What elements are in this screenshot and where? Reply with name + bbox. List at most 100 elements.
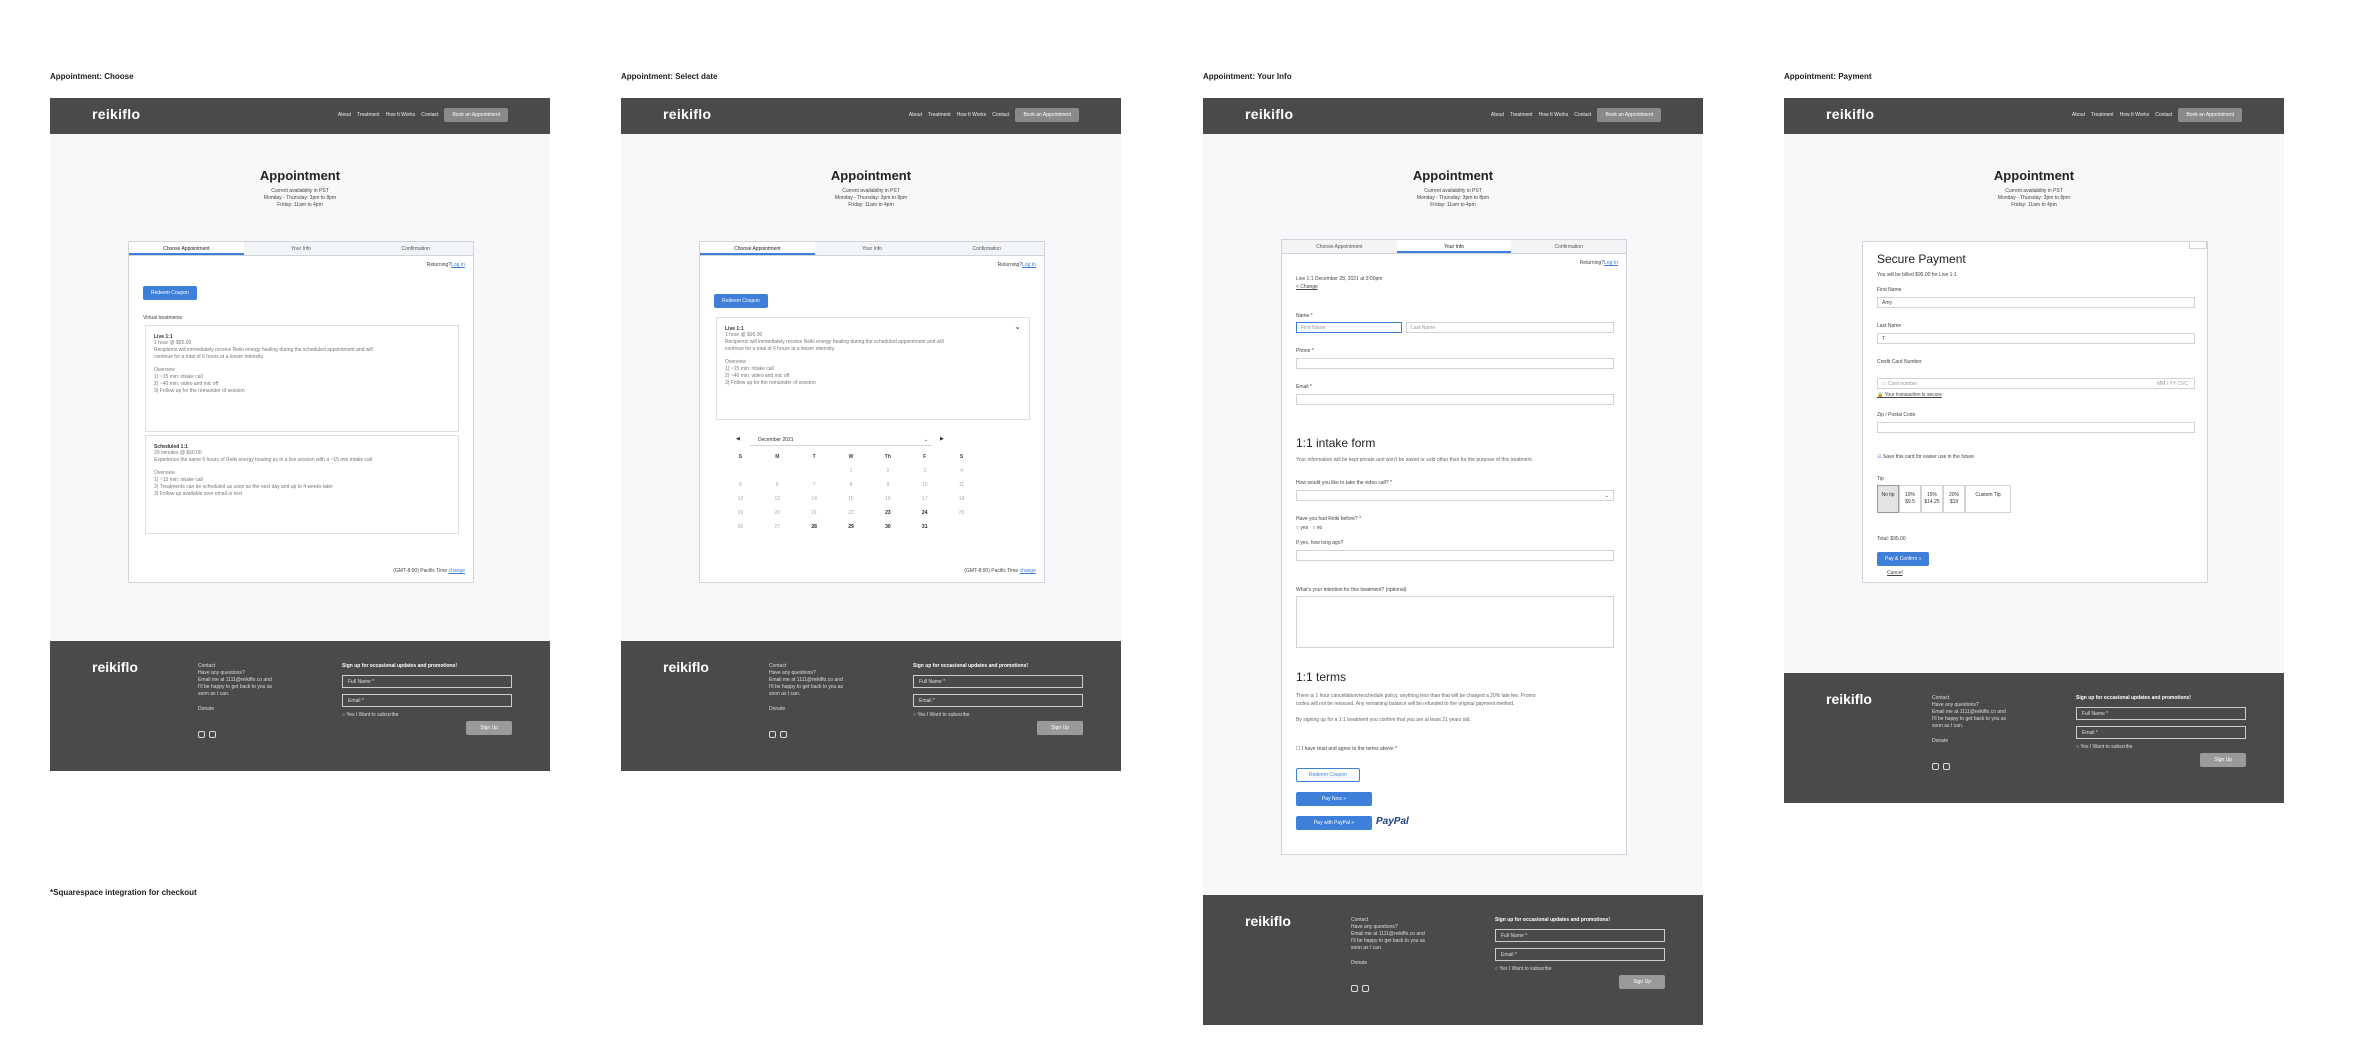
nav-treatment[interactable]: Treatment xyxy=(357,112,380,118)
logo[interactable]: reikiflo xyxy=(1245,106,1293,122)
logo[interactable]: reikiflo xyxy=(663,106,711,122)
tip-20[interactable]: 20% $19 xyxy=(1943,485,1965,513)
linkedin-icon[interactable] xyxy=(1943,763,1950,770)
footer-full-name-input[interactable]: Full Name * xyxy=(1495,929,1665,942)
calendar-day[interactable]: 29 xyxy=(833,524,870,530)
tip-15[interactable]: 15% $14.25 xyxy=(1921,485,1943,513)
change-appointment-link[interactable]: < Change xyxy=(1296,284,1318,290)
donate-link[interactable]: Donate xyxy=(769,706,859,713)
sign-up-button[interactable]: Sign Up xyxy=(1619,975,1665,989)
sign-up-button[interactable]: Sign Up xyxy=(1037,721,1083,735)
linkedin-icon[interactable] xyxy=(780,731,787,738)
donate-link[interactable]: Donate xyxy=(1351,960,1441,967)
instagram-icon[interactable] xyxy=(198,731,205,738)
month-select[interactable]: December 2021 ⌄ xyxy=(750,435,932,446)
footer-full-name-input[interactable]: Full Name * xyxy=(2076,707,2246,720)
tip-10[interactable]: 10% $9.5 xyxy=(1899,485,1921,513)
email-input[interactable] xyxy=(1296,394,1614,405)
nav-treatment[interactable]: Treatment xyxy=(928,112,951,118)
book-appointment-button[interactable]: Book an Appointment xyxy=(2178,108,2242,122)
next-month-icon[interactable]: ▶ xyxy=(940,436,944,442)
save-card-checkbox[interactable]: ☑ Save this card for easier use in the f… xyxy=(1877,454,1974,460)
instagram-icon[interactable] xyxy=(1932,763,1939,770)
calendar-day[interactable]: 24 xyxy=(906,510,943,516)
footer-email-input[interactable]: Email * xyxy=(342,694,512,707)
intention-textarea[interactable] xyxy=(1296,596,1614,648)
sign-up-button[interactable]: Sign Up xyxy=(2200,753,2246,767)
tip-custom[interactable]: Custom Tip xyxy=(1965,485,2011,513)
nav-about[interactable]: About xyxy=(2072,112,2085,118)
calendar-day[interactable]: 31 xyxy=(906,524,943,530)
change-timezone-link[interactable]: change xyxy=(449,568,465,574)
calendar-day[interactable]: 30 xyxy=(869,524,906,530)
tab-choose-appointment[interactable]: Choose Appointment xyxy=(700,242,815,255)
footer-email-input[interactable]: Email * xyxy=(2076,726,2246,739)
tab-your-info[interactable]: Your Info xyxy=(1396,240,1512,253)
chevron-down-icon[interactable]: ⌄ xyxy=(1014,322,1021,331)
phone-input[interactable] xyxy=(1296,358,1614,369)
tip-none[interactable]: No tip xyxy=(1877,485,1899,513)
log-in-link[interactable]: Log In xyxy=(1022,262,1036,268)
pay-now-button[interactable]: Pay Now » xyxy=(1296,792,1372,806)
pay-confirm-button[interactable]: Pay & Confirm » xyxy=(1877,552,1930,566)
instagram-icon[interactable] xyxy=(769,731,776,738)
donate-link[interactable]: Donate xyxy=(1932,738,2022,745)
log-in-link[interactable]: Log In xyxy=(451,262,465,268)
first-name-input[interactable]: Amy xyxy=(1877,297,2195,308)
nav-how-it-works[interactable]: How It Works xyxy=(2120,112,2150,118)
close-icon[interactable] xyxy=(2189,241,2207,249)
tab-confirmation[interactable]: Confirmation xyxy=(929,242,1044,255)
subscribe-checkbox[interactable]: ○ Yes I Want to subscribe xyxy=(2076,744,2246,750)
last-name-input[interactable]: Last Name xyxy=(1406,322,1614,333)
treatment-live-expanded[interactable]: Live 1:1 1 hour @ $95.00 Recipients will… xyxy=(716,317,1030,420)
reiki-before-radio[interactable]: ○ yes ○ no xyxy=(1296,525,1322,531)
redeem-coupon-button[interactable]: Redeem Coupon xyxy=(1296,768,1360,782)
tab-choose-appointment[interactable]: Choose Appointment xyxy=(129,242,244,255)
linkedin-icon[interactable] xyxy=(209,731,216,738)
sign-up-button[interactable]: Sign Up xyxy=(466,721,512,735)
nav-contact[interactable]: Contact xyxy=(2155,112,2172,118)
linkedin-icon[interactable] xyxy=(1362,985,1369,992)
tab-your-info[interactable]: Your Info xyxy=(244,242,359,255)
treatment-live[interactable]: Live 1:1 1 hour @ $95.00 Recipients will… xyxy=(145,325,459,432)
nav-about[interactable]: About xyxy=(1491,112,1504,118)
subscribe-checkbox[interactable]: ○ Yes I Want to subscribe xyxy=(1495,966,1665,972)
tab-choose-appointment[interactable]: Choose Appointment xyxy=(1282,240,1397,253)
footer-email-input[interactable]: Email * xyxy=(913,694,1083,707)
logo[interactable]: reikiflo xyxy=(1826,106,1874,122)
pay-with-paypal-button[interactable]: Pay with PayPal » xyxy=(1296,816,1372,830)
nav-how-it-works[interactable]: How It Works xyxy=(1539,112,1569,118)
footer-email-input[interactable]: Email * xyxy=(1495,948,1665,961)
book-appointment-button[interactable]: Book an Appointment xyxy=(1015,108,1079,122)
first-name-input[interactable]: First Name xyxy=(1296,322,1402,333)
how-long-ago-input[interactable] xyxy=(1296,550,1614,561)
tab-confirmation[interactable]: Confirmation xyxy=(1511,240,1626,253)
treatment-scheduled[interactable]: Scheduled 1:1 20 minutes @ $60.00 Experi… xyxy=(145,435,459,534)
logo[interactable]: reikiflo xyxy=(92,106,140,122)
nav-about[interactable]: About xyxy=(909,112,922,118)
change-timezone-link[interactable]: change xyxy=(1020,568,1036,574)
transaction-secure-link[interactable]: 🔒 Your transaction is secure xyxy=(1877,392,1942,398)
calendar-day[interactable]: 23 xyxy=(869,510,906,516)
card-number-input[interactable]: ▭ Card number MM / YY CVC xyxy=(1877,378,2195,389)
nav-contact[interactable]: Contact xyxy=(421,112,438,118)
subscribe-checkbox[interactable]: ○ Yes I Want to subscribe xyxy=(342,712,512,718)
nav-treatment[interactable]: Treatment xyxy=(2091,112,2114,118)
donate-link[interactable]: Donate xyxy=(198,706,288,713)
subscribe-checkbox[interactable]: ○ Yes I Want to subscribe xyxy=(913,712,1083,718)
video-call-select[interactable]: ⌄ xyxy=(1296,490,1614,501)
nav-how-it-works[interactable]: How It Works xyxy=(386,112,416,118)
agree-terms-checkbox[interactable]: ☐ I have read and agree to the terms abo… xyxy=(1296,746,1397,752)
instagram-icon[interactable] xyxy=(1351,985,1358,992)
nav-about[interactable]: About xyxy=(338,112,351,118)
nav-contact[interactable]: Contact xyxy=(992,112,1009,118)
nav-how-it-works[interactable]: How It Works xyxy=(957,112,987,118)
log-in-link[interactable]: Log In xyxy=(1604,260,1618,266)
nav-treatment[interactable]: Treatment xyxy=(1510,112,1533,118)
book-appointment-button[interactable]: Book an Appointment xyxy=(1597,108,1661,122)
redeem-coupon-button[interactable]: Redeem Coupon xyxy=(714,294,768,308)
prev-month-icon[interactable]: ◀ xyxy=(736,436,740,442)
cancel-link[interactable]: Cancel xyxy=(1887,570,1903,576)
calendar-day[interactable]: 28 xyxy=(796,524,833,530)
footer-full-name-input[interactable]: Full Name * xyxy=(913,675,1083,688)
